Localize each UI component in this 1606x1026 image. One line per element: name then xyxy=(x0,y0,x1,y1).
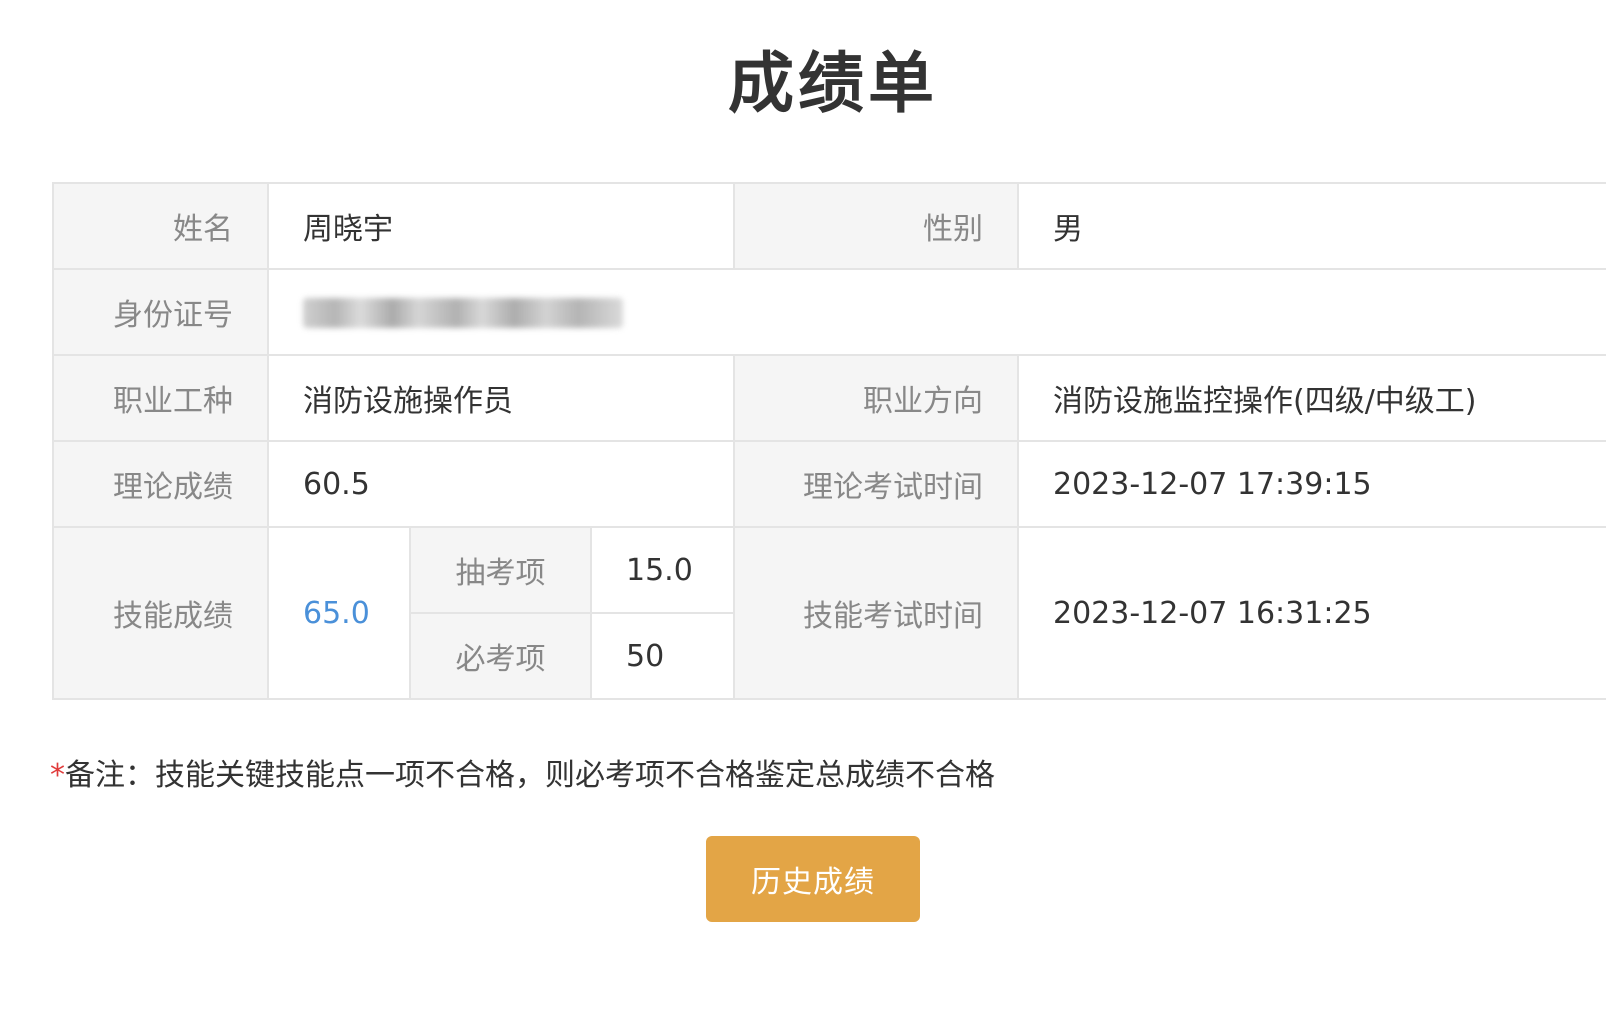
id-label: 身份证号 xyxy=(52,268,269,356)
skill-score-label: 技能成绩 xyxy=(52,526,269,700)
name-value: 周晓宇 xyxy=(267,182,735,270)
row-skill-random: 技能成绩 65.0 抽考项 15.0 技能考试时间 2023-12-07 16:… xyxy=(52,526,1606,700)
row-occupation: 职业工种 消防设施操作员 职业方向 消防设施监控操作(四级/中级工) xyxy=(52,354,1606,442)
skill-time-value: 2023-12-07 16:31:25 xyxy=(1017,526,1606,700)
random-item-value: 15.0 xyxy=(590,526,735,614)
row-id: 身份证号 xyxy=(52,268,1606,356)
occupation-label: 职业工种 xyxy=(52,354,269,442)
name-label: 姓名 xyxy=(52,182,269,270)
page-title: 成绩单 xyxy=(728,45,938,122)
occupation-value: 消防设施操作员 xyxy=(267,354,735,442)
direction-label: 职业方向 xyxy=(733,354,1019,442)
history-scores-button[interactable]: 历史成绩 xyxy=(706,836,920,922)
remark-text: 备注：技能关键技能点一项不合格，则必考项不合格鉴定总成绩不合格 xyxy=(65,758,995,793)
row-theory: 理论成绩 60.5 理论考试时间 2023-12-07 17:39:15 xyxy=(52,440,1606,528)
theory-time-value: 2023-12-07 17:39:15 xyxy=(1017,440,1606,528)
theory-time-label: 理论考试时间 xyxy=(733,440,1019,528)
random-item-label: 抽考项 xyxy=(409,526,592,614)
skill-score-value[interactable]: 65.0 xyxy=(267,526,411,700)
remark-required-star: * xyxy=(50,758,65,793)
required-item-label: 必考项 xyxy=(409,612,592,700)
id-number-redacted xyxy=(303,298,623,328)
gender-label: 性别 xyxy=(733,182,1019,270)
remark-note: *备注：技能关键技能点一项不合格，则必考项不合格鉴定总成绩不合格 xyxy=(50,750,995,794)
theory-score-value: 60.5 xyxy=(267,440,735,528)
score-table: 姓名 周晓宇 性别 男 身份证号 职业工种 消防设施操作员 职业方向 消防设施监… xyxy=(52,182,1606,700)
skill-time-label: 技能考试时间 xyxy=(733,526,1019,700)
direction-value: 消防设施监控操作(四级/中级工) xyxy=(1017,354,1606,442)
theory-score-label: 理论成绩 xyxy=(52,440,269,528)
row-name-gender: 姓名 周晓宇 性别 男 xyxy=(52,182,1606,270)
gender-value: 男 xyxy=(1017,182,1606,270)
id-value xyxy=(267,268,1606,356)
required-item-value: 50 xyxy=(590,612,735,700)
